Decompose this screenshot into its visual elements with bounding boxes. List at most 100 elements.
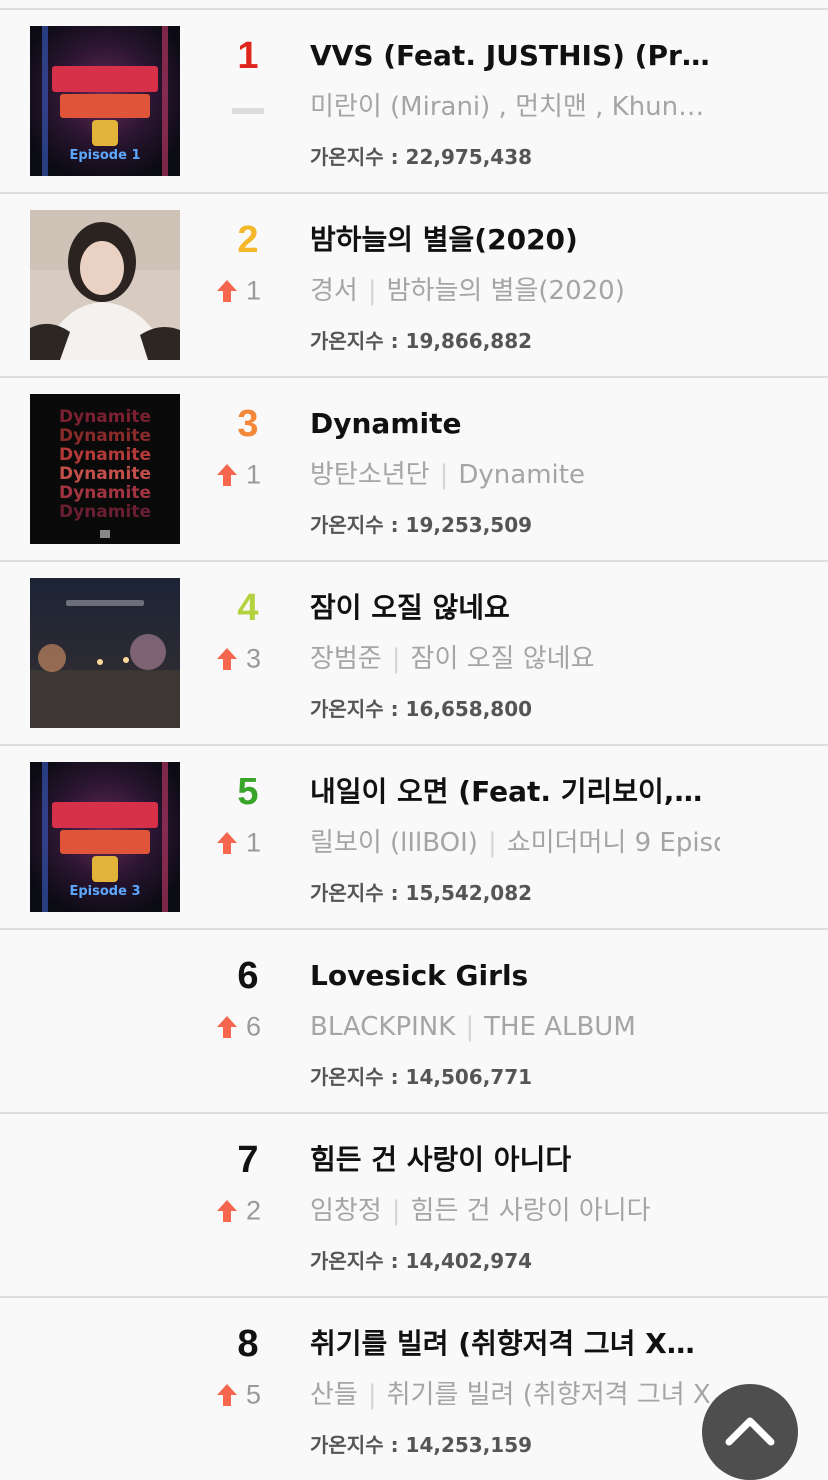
song-title[interactable]: 취기를 빌려 (취향저격 그녀 X… <box>310 1324 720 1364</box>
rank-change: 1 <box>216 454 286 494</box>
artist-name[interactable]: 산들 <box>310 1380 358 1410</box>
gaon-index: 가온지수 : 14,402,974 <box>310 1246 532 1276</box>
album-art[interactable]: Episode 3 <box>30 762 180 912</box>
artist-name[interactable]: 미란이 (Mirani) , 먼치맨 , Khun… <box>310 92 704 122</box>
rank-number: 7 <box>237 1139 259 1181</box>
meta-separator: | <box>391 644 401 674</box>
gaon-index-label: 가온지수 : <box>310 1065 399 1089</box>
gaon-index: 가온지수 : 19,866,882 <box>310 326 532 356</box>
svg-text:Dynamite: Dynamite <box>59 445 151 465</box>
gaon-index: 가온지수 : 22,975,438 <box>310 142 532 172</box>
chart-row[interactable]: 6 6 Lovesick Girls BLACKPINK | THE ALBUM 가온… <box>0 928 828 1111</box>
album-name[interactable]: Dynamite <box>458 460 585 490</box>
artist-name[interactable]: 임창정 <box>310 1196 382 1226</box>
gaon-index-value: 22,975,438 <box>405 145 533 169</box>
song-meta: 방탄소년단 | Dynamite <box>310 456 720 494</box>
rank-change-none <box>216 86 286 126</box>
gaon-index-label: 가온지수 : <box>310 329 399 353</box>
song-meta: 미란이 (Mirani) , 먼치맨 , Khun… <box>310 88 720 126</box>
rank-number: 6 <box>237 955 259 997</box>
album-name[interactable]: 취기를 빌려 (취향저격 그녀 X <box>387 1380 711 1410</box>
artist-name[interactable]: 릴보이 (lIlBOI) <box>310 828 478 858</box>
album-name[interactable]: 쇼미더머니 9 Episode 3 <box>507 828 720 858</box>
album-name[interactable]: 잠이 오질 않네요 <box>411 644 595 674</box>
song-title[interactable]: 내일이 오면 (Feat. 기리보이,… <box>310 772 720 812</box>
song-meta: BLACKPINK | THE ALBUM <box>310 1008 720 1046</box>
rank-change-value: 1 <box>246 275 262 306</box>
gaon-index-label: 가온지수 : <box>310 145 399 169</box>
artist-name[interactable]: 장범준 <box>310 644 382 674</box>
gaon-index-value: 14,506,771 <box>405 1065 533 1089</box>
gaon-index: 가온지수 : 16,658,800 <box>310 694 532 724</box>
rank-number: 2 <box>237 219 259 261</box>
gaon-index-label: 가온지수 : <box>310 881 399 905</box>
svg-text:Dynamite: Dynamite <box>59 407 151 427</box>
song-title[interactable]: Dynamite <box>310 404 720 444</box>
song-meta: 장범준 | 잠이 오질 않네요 <box>310 640 720 678</box>
chart-row[interactable]: 7 2 힘든 건 사랑이 아니다 임창정 | 힘든 건 사랑이 아니다 가온지수 : … <box>0 1112 828 1295</box>
rank-number: 4 <box>237 587 259 629</box>
gaon-index-value: 16,658,800 <box>405 697 533 721</box>
song-title[interactable]: 밤하늘의 별을(2020) <box>310 220 720 260</box>
artist-name[interactable]: BLACKPINK <box>310 1012 455 1042</box>
up-arrow-icon <box>217 463 237 486</box>
gaon-index-label: 가온지수 : <box>310 697 399 721</box>
up-arrow-icon <box>217 279 237 302</box>
song-title[interactable]: 힘든 건 사랑이 아니다 <box>310 1140 720 1180</box>
rank-change-value: 3 <box>246 643 262 674</box>
svg-text:Dynamite: Dynamite <box>59 464 151 484</box>
gaon-index-value: 19,253,509 <box>405 513 533 537</box>
song-title[interactable]: VVS (Feat. JUSTHIS) (Pr… <box>310 36 720 76</box>
rank-change-value: 5 <box>246 1379 262 1410</box>
chart-row[interactable]: 8 5 취기를 빌려 (취향저격 그녀 X… 산들 | 취기를 빌려 (취향저격 그녀… <box>0 1296 828 1479</box>
album-art[interactable]: Dynamite Dynamite Dynamite Dynamite Dynamite… <box>30 394 180 544</box>
rank-number: 1 <box>237 35 259 77</box>
gaon-index-label: 가온지수 : <box>310 513 399 537</box>
scroll-to-top-button[interactable] <box>702 1384 798 1480</box>
meta-separator: | <box>439 460 449 490</box>
up-arrow-icon <box>217 1383 237 1406</box>
chart-row[interactable]: 2 1 밤하늘의 별을(2020) 경서 | 밤하늘의 별을(2020) 가온지수 :… <box>0 192 828 375</box>
rank-change-value: 2 <box>246 1195 262 1226</box>
rank-change: 5 <box>216 1374 286 1414</box>
meta-separator: | <box>367 1380 377 1410</box>
gaon-index-label: 가온지수 : <box>310 1433 399 1457</box>
meta-separator: | <box>487 828 497 858</box>
chart-row[interactable]: Episode 1 1 VVS (Feat. JUSTHIS) (Pr… 미란이 … <box>0 8 828 191</box>
chevron-up-icon <box>725 1417 775 1446</box>
up-arrow-icon <box>217 647 237 670</box>
gaon-index-label: 가온지수 : <box>310 1249 399 1273</box>
gaon-index-value: 19,866,882 <box>405 329 533 353</box>
chart-row[interactable]: 4 3 잠이 오질 않네요 장범준 | 잠이 오질 않네요 가온지수 : 16,658… <box>0 560 828 743</box>
chart-row[interactable]: Episode 3 5 1 내일이 오면 (Feat. 기리보이,… 릴보이 (l… <box>0 744 828 927</box>
no-change-dash-icon <box>232 108 264 114</box>
song-meta: 릴보이 (lIlBOI) | 쇼미더머니 9 Episode 3 <box>310 824 720 862</box>
rank-change-value: 1 <box>246 827 262 858</box>
gaon-index: 가온지수 : 14,506,771 <box>310 1062 532 1092</box>
gaon-index: 가온지수 : 15,542,082 <box>310 878 532 908</box>
meta-separator: | <box>391 1196 401 1226</box>
song-title[interactable]: 잠이 오질 않네요 <box>310 588 720 628</box>
album-art[interactable] <box>30 210 180 360</box>
song-title[interactable]: Lovesick Girls <box>310 956 720 996</box>
svg-text:Dynamite: Dynamite <box>59 483 151 503</box>
album-name[interactable]: 밤하늘의 별을(2020) <box>387 276 625 306</box>
rank-number: 3 <box>237 403 259 445</box>
rank-number: 5 <box>237 771 259 813</box>
rank-change-value: 6 <box>246 1011 262 1042</box>
song-meta: 경서 | 밤하늘의 별을(2020) <box>310 272 720 310</box>
rank-change: 1 <box>216 822 286 862</box>
album-art[interactable]: Episode 1 <box>30 26 180 176</box>
up-arrow-icon <box>217 1015 237 1038</box>
album-art[interactable] <box>30 578 180 728</box>
art-episode-label: Episode 1 <box>69 148 140 163</box>
song-meta: 임창정 | 힘든 건 사랑이 아니다 <box>310 1192 720 1230</box>
album-name[interactable]: THE ALBUM <box>484 1012 636 1042</box>
artist-name[interactable]: 방탄소년단 <box>310 460 430 490</box>
album-name[interactable]: 힘든 건 사랑이 아니다 <box>411 1196 651 1226</box>
rank-change: 2 <box>216 1190 286 1230</box>
gaon-index-value: 14,253,159 <box>405 1433 533 1457</box>
gaon-index-value: 14,402,974 <box>405 1249 533 1273</box>
chart-row[interactable]: Dynamite Dynamite Dynamite Dynamite Dynamite… <box>0 376 828 559</box>
artist-name[interactable]: 경서 <box>310 276 358 306</box>
